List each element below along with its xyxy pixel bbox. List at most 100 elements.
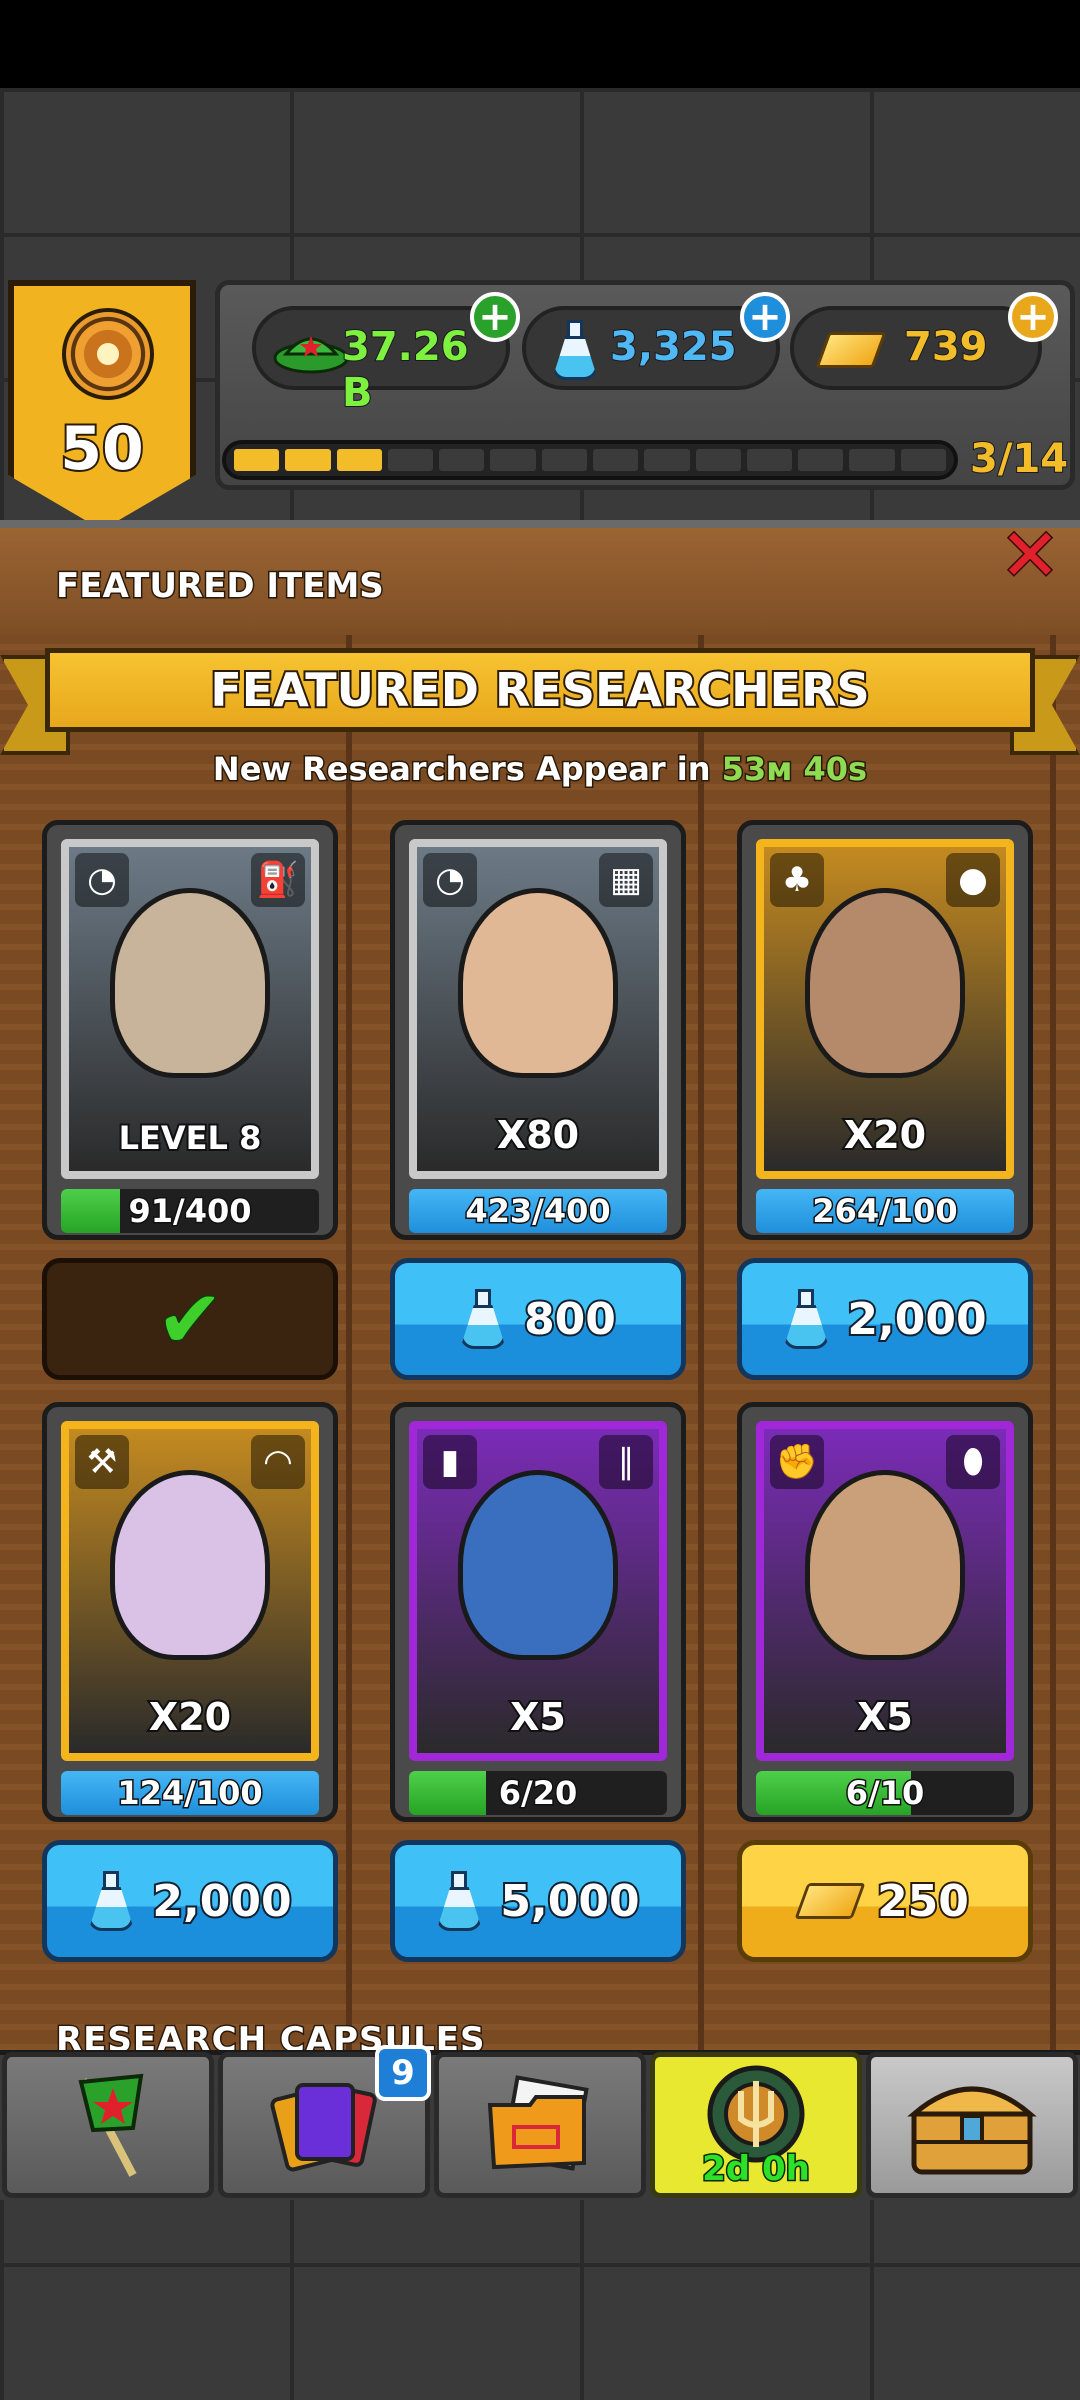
pill-icon: ⬮ xyxy=(946,1435,1000,1489)
card-progress-bar: 423/400 xyxy=(409,1189,667,1233)
progress-segment xyxy=(490,449,536,471)
section-title: FEATURED ITEMS xyxy=(55,565,386,608)
progress-segment xyxy=(592,449,639,471)
progress-segment xyxy=(900,449,946,471)
cards-icon xyxy=(270,2083,377,2172)
medal-icon xyxy=(62,308,154,400)
buy-button[interactable]: 2,000 xyxy=(737,1258,1033,1380)
timer-value: 53м 40s xyxy=(720,749,868,790)
researcher-avatar xyxy=(805,1470,965,1661)
bullets-icon: ∥ xyxy=(599,1435,653,1489)
muscle-icon: ✊ xyxy=(770,1435,824,1489)
progress-segment xyxy=(336,449,382,471)
card-progress-text: 264/100 xyxy=(811,1191,959,1232)
nav-tab-cards[interactable]: 9 xyxy=(218,2045,431,2198)
potato-icon: ● xyxy=(946,853,1000,907)
speed-icon: ◔ xyxy=(423,853,477,907)
researcher-portrait: ◔ ⛽ LEVEL 8 xyxy=(61,839,319,1179)
buy-button[interactable]: 2,000 xyxy=(42,1840,338,1962)
cards-badge: 9 xyxy=(375,2045,431,2101)
science-value: 3,325 xyxy=(609,323,738,371)
level-progress-bar xyxy=(222,440,958,480)
gold-counter[interactable]: 739 xyxy=(790,306,1042,390)
nav-tab-flag[interactable] xyxy=(2,2052,214,2198)
hat-icon: ◠ xyxy=(251,1435,305,1489)
owned-indicator[interactable]: ✔ xyxy=(42,1258,338,1380)
researcher-card[interactable]: ♣ ● X20 264/100 xyxy=(737,820,1033,1240)
researcher-count: X20 xyxy=(842,1111,928,1159)
clover-icon: ♣ xyxy=(770,853,824,907)
progress-segment xyxy=(644,449,690,471)
speed-icon: ◔ xyxy=(75,853,129,907)
progress-segment xyxy=(746,449,793,471)
researcher-count: X20 xyxy=(147,1693,233,1741)
card-progress-text: 91/400 xyxy=(127,1191,253,1232)
researcher-portrait: ◔ ▦ X80 xyxy=(409,839,667,1179)
status-bar xyxy=(0,0,1080,88)
researcher-avatar xyxy=(110,888,270,1079)
timer-prefix: New Researchers Appear in xyxy=(211,749,712,790)
level-progress-text: 3/14 xyxy=(969,435,1069,483)
cash-icon xyxy=(273,336,349,374)
add-cash-button[interactable]: + xyxy=(470,292,520,342)
card-progress-bar: 6/20 xyxy=(409,1771,667,1815)
researcher-portrait: ✊ ⬮ X5 xyxy=(756,1421,1014,1761)
price-label: 5,000 xyxy=(498,1874,641,1929)
oil-pump-icon: ⛽ xyxy=(251,853,305,907)
flask-icon xyxy=(88,1871,135,1931)
hammer-icon: ⚒ xyxy=(75,1435,129,1489)
price-label: 250 xyxy=(875,1874,971,1929)
nav-tab-chest[interactable] xyxy=(866,2052,1078,2198)
researcher-count: LEVEL 8 xyxy=(117,1117,264,1159)
progress-segment xyxy=(285,449,331,471)
buy-button[interactable]: 800 xyxy=(390,1258,686,1380)
researcher-portrait: ▮ ∥ X5 xyxy=(409,1421,667,1761)
researcher-card[interactable]: ◔ ▦ X80 423/400 xyxy=(390,820,686,1240)
gold-bar-icon xyxy=(815,332,887,368)
price-label: 2,000 xyxy=(150,1874,293,1929)
flask-icon xyxy=(783,1289,830,1349)
card-progress-text: 423/400 xyxy=(464,1191,612,1232)
researcher-portrait: ⚒ ◠ X20 xyxy=(61,1421,319,1761)
researcher-avatar xyxy=(110,1470,270,1661)
nav-tab-event[interactable]: 2d 0h xyxy=(650,2052,862,2198)
flask-icon xyxy=(552,320,598,380)
flask-icon xyxy=(460,1289,507,1349)
progress-segment xyxy=(849,449,895,471)
researcher-card[interactable]: ▮ ∥ X5 6/20 xyxy=(390,1402,686,1822)
buy-button[interactable]: 5,000 xyxy=(390,1840,686,1962)
progress-segment xyxy=(387,449,434,471)
researcher-portrait: ♣ ● X20 xyxy=(756,839,1014,1179)
card-progress-text: 6/20 xyxy=(497,1773,578,1814)
buy-button[interactable]: 250 xyxy=(737,1840,1033,1962)
researcher-count: X5 xyxy=(855,1693,915,1741)
researcher-count: X5 xyxy=(508,1693,568,1741)
researcher-avatar xyxy=(458,888,618,1079)
price-label: 2,000 xyxy=(845,1292,988,1347)
card-progress-text: 6/10 xyxy=(844,1773,925,1814)
nav-tab-folder[interactable] xyxy=(434,2052,646,2198)
refresh-timer: New Researchers Appear in 53м 40s xyxy=(0,749,1080,790)
researcher-avatar xyxy=(805,888,965,1079)
progress-segment xyxy=(798,449,844,471)
researcher-card[interactable]: ✊ ⬮ X5 6/10 xyxy=(737,1402,1033,1822)
researcher-count: X80 xyxy=(495,1111,581,1159)
progress-segment xyxy=(439,449,485,471)
fire-extinguisher-icon: ▮ xyxy=(423,1435,477,1489)
gold-bar-icon xyxy=(794,1883,866,1919)
add-gold-button[interactable]: + xyxy=(1008,292,1058,342)
card-progress-bar: 264/100 xyxy=(756,1189,1014,1233)
close-button[interactable]: ✕ xyxy=(990,518,1070,593)
add-science-button[interactable]: + xyxy=(740,292,790,342)
price-label: 800 xyxy=(522,1292,618,1347)
progress-segment xyxy=(695,449,741,471)
tank-icon: ▦ xyxy=(599,853,653,907)
player-level: 50 xyxy=(58,412,146,486)
researcher-card[interactable]: ◔ ⛽ LEVEL 8 91/400 xyxy=(42,820,338,1240)
card-progress-bar: 6/10 xyxy=(756,1771,1014,1815)
chest-icon xyxy=(907,2086,1037,2175)
progress-segment xyxy=(234,449,280,471)
card-progress-text: 124/100 xyxy=(116,1773,264,1814)
researcher-avatar xyxy=(458,1470,618,1661)
researcher-card[interactable]: ⚒ ◠ X20 124/100 xyxy=(42,1402,338,1822)
